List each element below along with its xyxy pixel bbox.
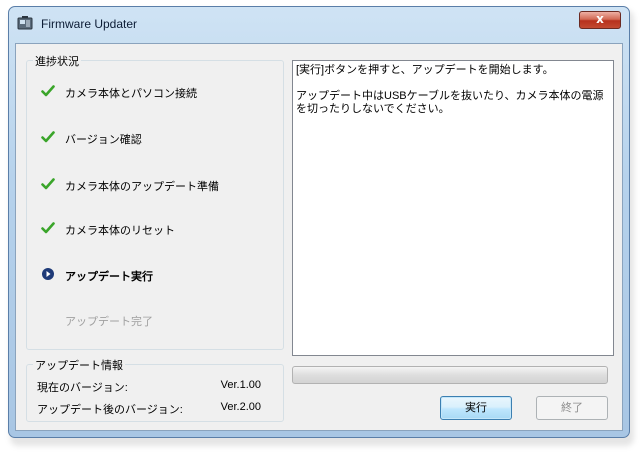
step-label: カメラ本体とパソコン接続 <box>65 88 197 100</box>
exit-button[interactable]: 終了 <box>536 396 608 420</box>
step-label: カメラ本体のリセット <box>65 225 175 237</box>
message-line-2: アップデート中はUSBケーブルを抜いたり、カメラ本体の電源を切ったりしないでくだ… <box>296 90 604 115</box>
step-label: カメラ本体のアップデート準備 <box>65 181 219 193</box>
title-bar[interactable]: Firmware Updater x <box>9 7 629 37</box>
update-info-group: アップデート情報 現在のバージョン: Ver.1.00 アップデート後のバージョ… <box>26 357 284 422</box>
new-version-value: Ver.2.00 <box>220 401 261 413</box>
firmware-updater-window: Firmware Updater x 進捗状況 カメラ本体とパソコン接続 バージ… <box>8 6 630 438</box>
check-icon <box>41 222 55 234</box>
progress-group-label: 進捗状況 <box>33 53 81 69</box>
message-line-1: [実行]ボタンを押すと、アップデートを開始します。 <box>296 64 554 76</box>
check-icon <box>41 131 55 143</box>
current-version-value: Ver.1.00 <box>220 379 261 391</box>
current-step-arrow-icon <box>42 268 54 280</box>
check-icon <box>41 178 55 190</box>
close-icon: x <box>596 12 604 26</box>
update-info-label: アップデート情報 <box>33 357 125 373</box>
message-box: [実行]ボタンを押すと、アップデートを開始します。 アップデート中はUSBケーブ… <box>292 60 614 356</box>
step-label: バージョン確認 <box>65 134 142 146</box>
app-icon <box>17 16 33 30</box>
current-version-label: 現在のバージョン: <box>37 382 128 394</box>
client-area: 進捗状況 カメラ本体とパソコン接続 バージョン確認 カメラ本体のアップデート準備… <box>15 43 623 431</box>
new-version-row: アップデート後のバージョン: Ver.2.00 <box>37 401 261 417</box>
update-progress-bar <box>292 366 608 384</box>
new-version-label: アップデート後のバージョン: <box>37 404 183 416</box>
check-icon <box>41 85 55 97</box>
progress-group: 進捗状況 カメラ本体とパソコン接続 バージョン確認 カメラ本体のアップデート準備… <box>26 53 284 350</box>
current-version-row: 現在のバージョン: Ver.1.00 <box>37 379 261 395</box>
window-title: Firmware Updater <box>41 17 138 31</box>
close-button[interactable]: x <box>579 11 621 29</box>
execute-button[interactable]: 実行 <box>440 396 512 420</box>
step-label: アップデート実行 <box>65 271 153 283</box>
step-label: アップデート完了 <box>65 316 153 328</box>
